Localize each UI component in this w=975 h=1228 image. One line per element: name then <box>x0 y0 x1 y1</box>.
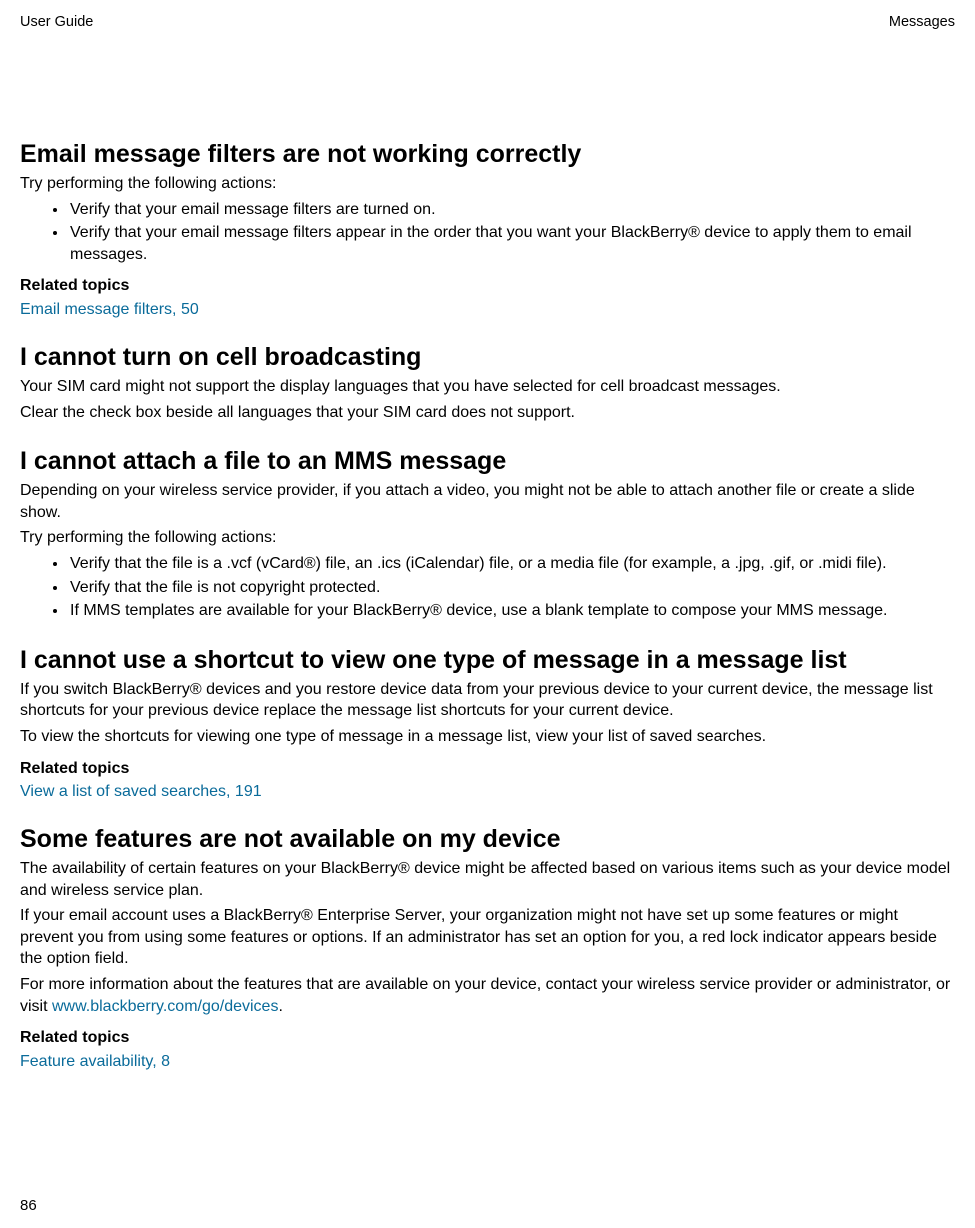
body-text: To view the shortcuts for viewing one ty… <box>20 726 955 748</box>
bullet-list: Verify that your email message filters a… <box>20 199 955 266</box>
list-item: Verify that your email message filters a… <box>68 222 955 265</box>
list-item: Verify that your email message filters a… <box>68 199 955 221</box>
related-topic-link[interactable]: Email message filters, 50 <box>20 301 199 318</box>
section-title: I cannot use a shortcut to view one type… <box>20 646 955 675</box>
page: User Guide Messages Email message filter… <box>0 0 975 1228</box>
body-text: The availability of certain features on … <box>20 858 955 901</box>
body-text: If you switch BlackBerry® devices and yo… <box>20 679 955 722</box>
body-text: Your SIM card might not support the disp… <box>20 376 955 398</box>
body-text: If your email account uses a BlackBerry®… <box>20 905 955 970</box>
related-topics-label: Related topics <box>20 758 955 780</box>
section-title: Some features are not available on my de… <box>20 825 955 854</box>
section-title: Email message filters are not working co… <box>20 140 955 169</box>
body-text-part: . <box>278 998 282 1015</box>
related-topic-link[interactable]: Feature availability, 8 <box>20 1053 170 1070</box>
body-text: Clear the check box beside all languages… <box>20 402 955 424</box>
external-link[interactable]: www.blackberry.com/go/devices <box>52 998 278 1015</box>
list-item: If MMS templates are available for your … <box>68 600 955 622</box>
header-right: Messages <box>889 14 955 30</box>
body-text: Try performing the following actions: <box>20 527 955 549</box>
related-topics-label: Related topics <box>20 1027 955 1049</box>
list-item: Verify that the file is a .vcf (vCard®) … <box>68 553 955 575</box>
body-text: Try performing the following actions: <box>20 173 955 195</box>
page-number: 86 <box>20 1197 37 1214</box>
bullet-list: Verify that the file is a .vcf (vCard®) … <box>20 553 955 622</box>
page-header: User Guide Messages <box>20 14 955 30</box>
related-topics-label: Related topics <box>20 275 955 297</box>
related-topic-link[interactable]: View a list of saved searches, 191 <box>20 783 262 800</box>
section-title: I cannot turn on cell broadcasting <box>20 343 955 372</box>
header-left: User Guide <box>20 14 93 30</box>
body-text: For more information about the features … <box>20 974 955 1017</box>
section-title: I cannot attach a file to an MMS message <box>20 447 955 476</box>
list-item: Verify that the file is not copyright pr… <box>68 577 955 599</box>
body-text: Depending on your wireless service provi… <box>20 480 955 523</box>
